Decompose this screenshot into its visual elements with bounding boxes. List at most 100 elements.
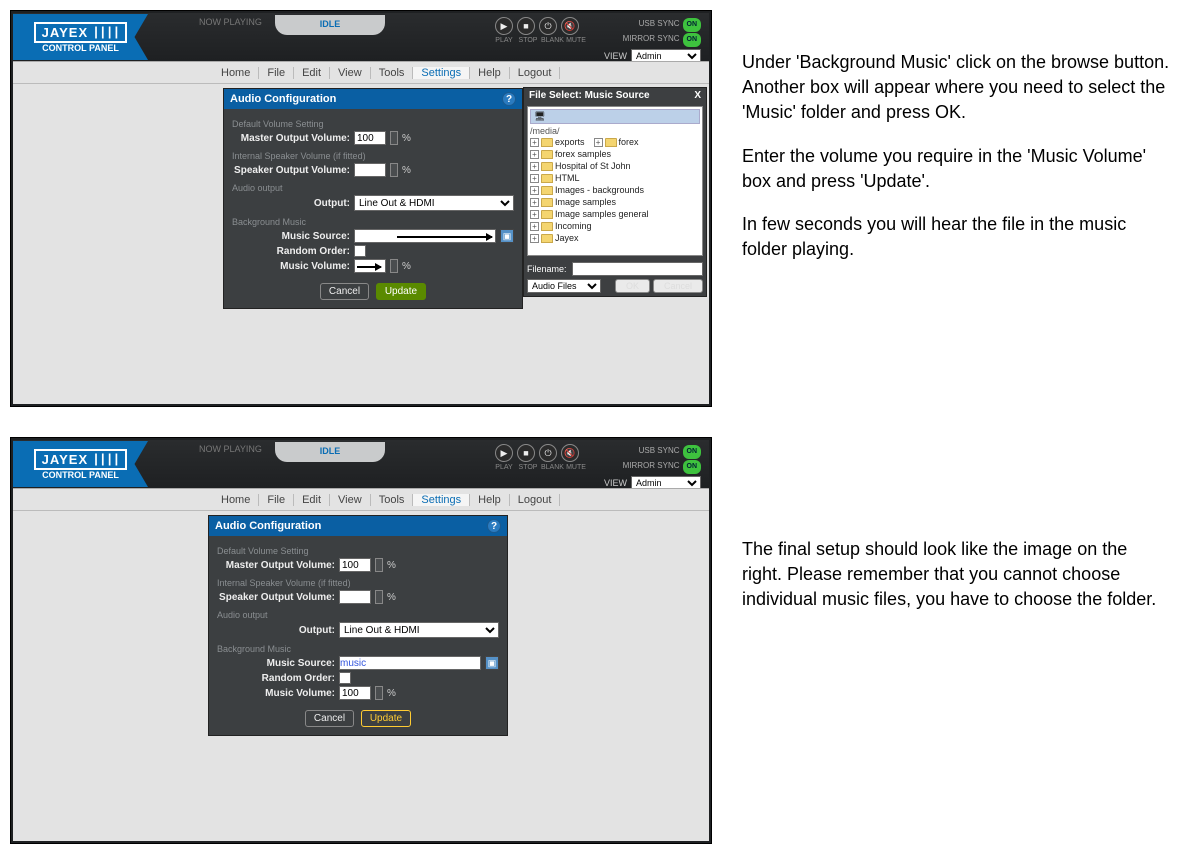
help-icon[interactable]: ? [487,519,501,533]
doc-text-2: The final setup should look like the ima… [742,437,1172,631]
file-tree[interactable]: 🖥 /media/ +exports +forex +forex samples… [527,106,703,256]
cancel-button[interactable]: Cancel [320,283,369,300]
section-default-volume: Default Volume Setting [217,546,499,556]
dialog-buttons: Cancel Update [217,710,499,727]
brand-logo: JAYEX |||| CONTROL PANEL [13,14,148,60]
menu-logout[interactable]: Logout [510,67,561,79]
audio-config-dialog: Audio Configuration ? Default Volume Set… [208,515,508,736]
folder-icon [541,150,553,159]
menu-help[interactable]: Help [470,67,510,79]
blank-button[interactable]: ⏻ [539,17,557,35]
menu-home[interactable]: Home [213,67,259,79]
filename-input[interactable] [572,262,703,276]
brand-name: JAYEX [42,25,88,40]
filter-select[interactable]: Audio Files [527,279,601,293]
slider-master[interactable] [390,131,398,145]
update-button[interactable]: Update [376,283,426,300]
mute-button[interactable]: 🔇 [561,17,579,35]
menu-home[interactable]: Home [213,494,259,506]
tree-row[interactable]: +Jayex [530,232,700,244]
select-output[interactable]: Line Out & HDMI [354,195,514,211]
slider-speaker[interactable] [375,590,383,604]
dialog-title-bar: Audio Configuration ? [224,89,522,109]
dialog-title: Audio Configuration [215,520,321,532]
menu-tools[interactable]: Tools [371,67,414,79]
slider-speaker[interactable] [390,163,398,177]
slider-music-volume[interactable] [375,686,383,700]
folder-icon [541,234,553,243]
blank-button[interactable]: ⏻ [539,444,557,462]
doc-para: In few seconds you will hear the file in… [742,212,1172,262]
tree-row[interactable]: +Images - backgrounds [530,184,700,196]
file-select-close[interactable]: X [694,90,701,101]
doc-row-2: JAYEX |||| CONTROL PANEL NOW PLAYING IDL… [0,427,1184,864]
pct-label2: % [387,592,396,603]
slider-master[interactable] [375,558,383,572]
menu-help[interactable]: Help [470,494,510,506]
tree-row[interactable]: +Incoming [530,220,700,232]
tree-row[interactable]: +Image samples [530,196,700,208]
menu-file[interactable]: File [259,67,294,79]
play-label: PLAY [493,464,515,471]
tree-row[interactable]: +Hospital of St John [530,160,700,172]
tree-row[interactable]: +exports +forex [530,136,700,148]
view-label: VIEW [604,51,627,61]
mirror-sync-pill: ON [683,33,702,47]
section-audio-output: Audio output [232,183,514,193]
update-button[interactable]: Update [361,710,411,727]
tree-row[interactable]: +Image samples general [530,208,700,220]
stop-button[interactable]: ■ [517,17,535,35]
menu-settings[interactable]: Settings [413,67,470,79]
doc-para: Under 'Background Music' click on the br… [742,50,1172,126]
idle-status-tab: IDLE [275,442,385,462]
input-speaker-volume[interactable] [354,163,386,177]
file-select-dialog: File Select: Music Source X 🖥 /media/ +e… [523,87,707,297]
dialog-body: Default Volume Setting Master Output Vol… [224,109,522,308]
pct-label: % [402,133,411,144]
input-music-source[interactable] [339,656,481,670]
brand-name-box: JAYEX |||| [34,449,128,470]
cancel-button[interactable]: Cancel [305,710,354,727]
input-master-volume[interactable] [354,131,386,145]
browse-button[interactable]: ▣ [485,656,499,670]
pct-label3: % [402,261,411,272]
checkbox-random[interactable] [339,672,351,684]
help-icon[interactable]: ? [502,92,516,106]
tree-row[interactable]: +HTML [530,172,700,184]
mute-button[interactable]: 🔇 [561,444,579,462]
input-music-volume[interactable] [339,686,371,700]
file-select-title: File Select: Music Source [529,90,650,101]
usb-sync-label: USB SYNC [639,446,680,455]
stop-button[interactable]: ■ [517,444,535,462]
file-ok-button[interactable]: OK [615,279,650,293]
menu-edit[interactable]: Edit [294,67,330,79]
label-music-volume: Music Volume: [232,261,350,272]
menu-settings[interactable]: Settings [413,494,470,506]
file-select-footer: Filename: Audio Files OK Cancel [524,259,706,296]
slider-music-volume[interactable] [390,259,398,273]
menu-logout[interactable]: Logout [510,494,561,506]
menubar: Home File Edit View Tools Settings Help … [13,62,709,84]
blank-label: BLANK [541,464,563,471]
main-area: Home File Edit View Tools Settings Help … [13,488,709,841]
select-output[interactable]: Line Out & HDMI [339,622,499,638]
menu-tools[interactable]: Tools [371,494,414,506]
brand-subtitle: CONTROL PANEL [42,43,119,53]
menu-view[interactable]: View [330,67,371,79]
play-button[interactable]: ▶ [495,444,513,462]
browse-button[interactable]: ▣ [500,229,514,243]
file-cancel-button[interactable]: Cancel [653,279,703,293]
pct-label3: % [387,688,396,699]
input-master-volume[interactable] [339,558,371,572]
play-button[interactable]: ▶ [495,17,513,35]
filename-label: Filename: [527,264,569,274]
label-output: Output: [232,198,350,209]
menu-view[interactable]: View [330,494,371,506]
input-speaker-volume[interactable] [339,590,371,604]
tree-row[interactable]: +forex samples [530,148,700,160]
checkbox-random[interactable] [354,245,366,257]
folder-icon [541,198,553,207]
menu-edit[interactable]: Edit [294,494,330,506]
menu-file[interactable]: File [259,494,294,506]
section-bg-music: Background Music [232,217,514,227]
